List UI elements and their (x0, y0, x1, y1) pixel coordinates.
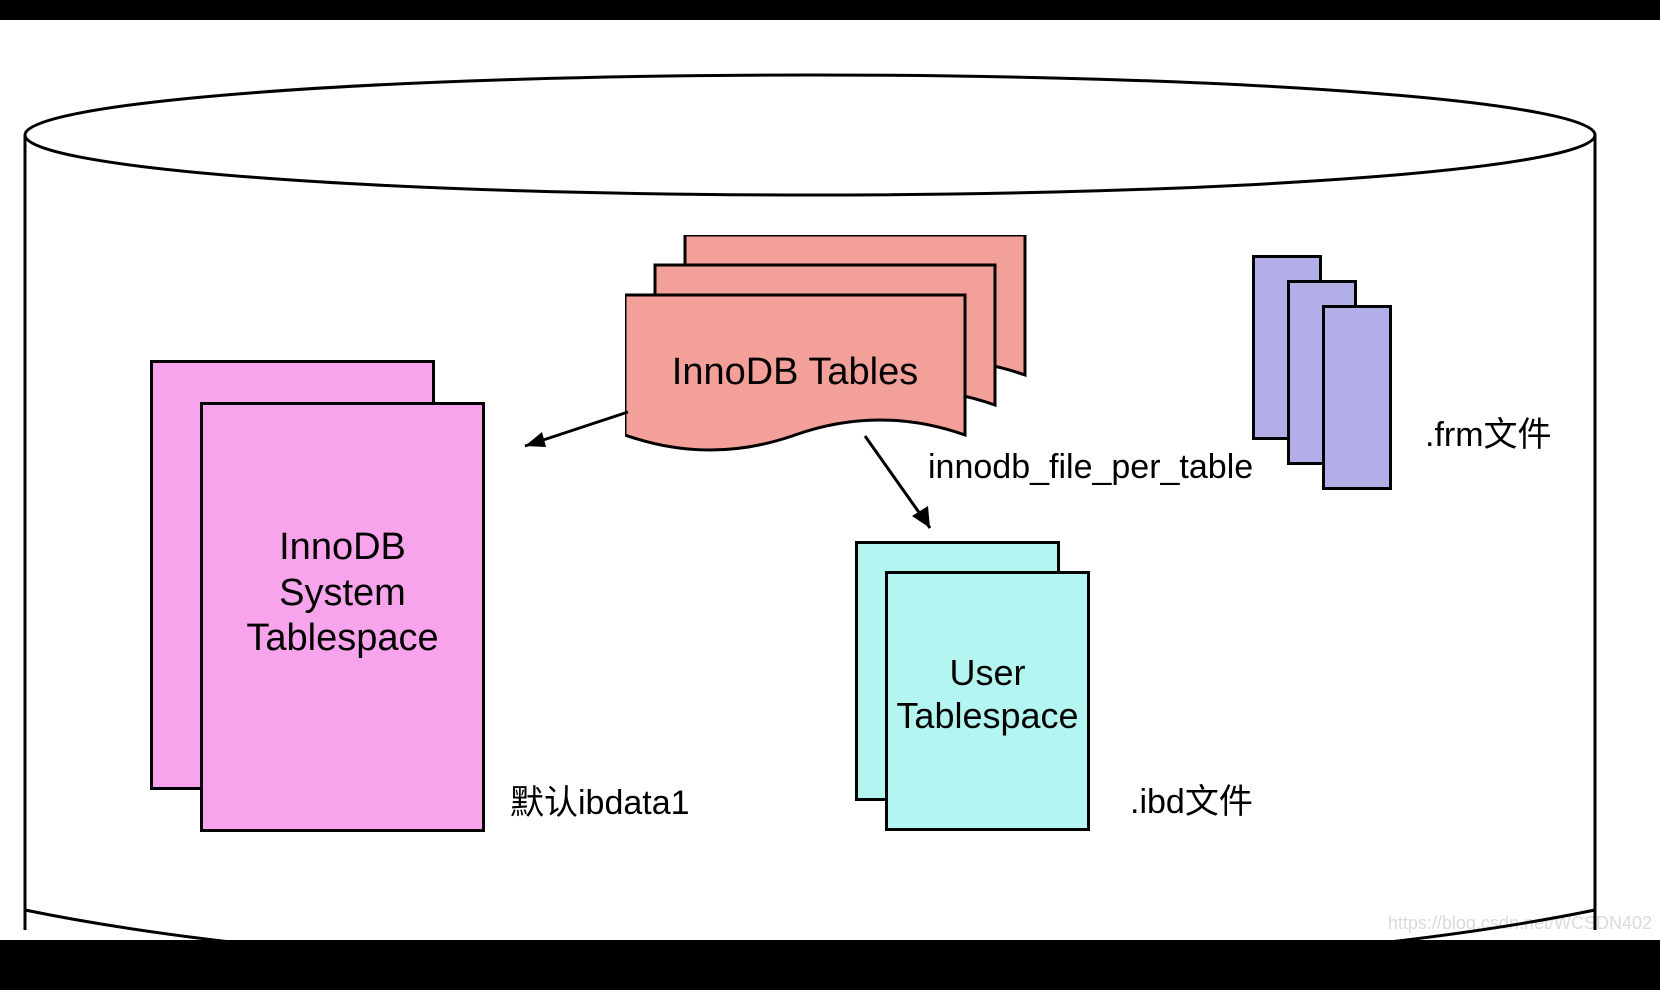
system-tablespace-caption: 默认ibdata1 (510, 783, 690, 824)
user-tablespace-caption: .ibd文件 (1130, 782, 1253, 823)
arrow-to-user-tablespace (850, 428, 970, 548)
frm-label: .frm文件 (1425, 415, 1552, 456)
arrow-to-system-tablespace (510, 404, 640, 464)
user-tablespace-label: User Tablespace (885, 651, 1090, 737)
option-label: innodb_file_per_table (928, 447, 1253, 488)
watermark: https://blog.csdn.net/WCSDN402 (1388, 913, 1652, 934)
system-tablespace-label: InnoDB System Tablespace (200, 525, 485, 662)
frm-file-card-3 (1322, 305, 1392, 490)
innodb-tables-label: InnoDB Tables (625, 350, 965, 396)
